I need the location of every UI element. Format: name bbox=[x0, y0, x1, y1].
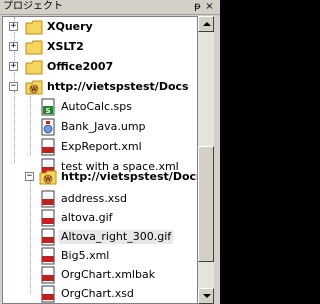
xsd-file-icon bbox=[41, 285, 55, 303]
tree-folder-label: XSLT2 bbox=[47, 40, 84, 53]
tree-folder-office2007[interactable]: + Office2007 bbox=[3, 57, 197, 77]
tree-file-altova-gif[interactable]: altova.gif bbox=[3, 208, 197, 228]
tree-file-label: OrgChart.xsd bbox=[61, 287, 134, 300]
tree-folder-xquery[interactable]: + XQuery bbox=[3, 17, 197, 37]
scroll-up-button[interactable] bbox=[198, 16, 214, 32]
web-folder-icon: W bbox=[25, 80, 43, 95]
xsd-file-icon bbox=[41, 190, 55, 208]
gif-file-icon bbox=[41, 209, 55, 227]
svg-text:S: S bbox=[45, 107, 50, 115]
expand-icon[interactable]: + bbox=[9, 42, 18, 51]
panel-title: プロジェクト bbox=[3, 1, 63, 12]
svg-text:W: W bbox=[31, 86, 37, 93]
tree-file-orgchart-xsd[interactable]: OrgChart.xsd bbox=[3, 284, 197, 303]
close-icon[interactable]: × bbox=[204, 1, 215, 12]
collapse-icon[interactable]: − bbox=[9, 82, 18, 91]
vertical-scrollbar[interactable] bbox=[198, 16, 214, 304]
xml-file-icon bbox=[41, 266, 55, 284]
tree-file-orgchart-xmlbak[interactable]: OrgChart.xmlbak bbox=[3, 265, 197, 285]
tree-folder-label: XQuery bbox=[47, 20, 93, 33]
project-panel: プロジェクト ᵽ × + XQuery + XSLT2 + Office2007… bbox=[0, 0, 220, 304]
folder-icon bbox=[25, 20, 43, 35]
arrow-down-icon bbox=[203, 294, 211, 298]
svg-text:W: W bbox=[45, 176, 51, 183]
tree-file-bank-java[interactable]: Bank_Java.ump bbox=[3, 117, 197, 137]
xml-file-icon bbox=[41, 247, 55, 265]
tree-file-label: Big5.xml bbox=[61, 249, 110, 262]
gif-file-icon bbox=[41, 228, 55, 246]
tree-file-label: OrgChart.xmlbak bbox=[61, 268, 156, 281]
expand-icon[interactable]: + bbox=[9, 62, 18, 71]
tree-file-label: ExpReport.xml bbox=[61, 140, 142, 153]
tree-web-folder-2[interactable]: − W http://vietspstest/Docs bbox=[3, 167, 197, 187]
tree-file-label: Bank_Java.ump bbox=[61, 120, 146, 133]
tree-file-label: AutoCalc.sps bbox=[61, 100, 133, 113]
tree-web-folder-label: http://vietspstest/Docs bbox=[61, 170, 198, 183]
tree-web-folder-label: http://vietspstest/Docs bbox=[47, 80, 189, 93]
tree-file-autocalc[interactable]: S AutoCalc.sps bbox=[3, 97, 197, 117]
scroll-down-button[interactable] bbox=[198, 288, 214, 304]
tree-folder-label: Office2007 bbox=[47, 60, 114, 73]
tree-file-big5[interactable]: Big5.xml bbox=[3, 246, 197, 266]
tree-file-label: Altova_right_300.gif bbox=[59, 230, 174, 244]
arrow-up-icon bbox=[203, 22, 211, 26]
scroll-thumb[interactable] bbox=[198, 146, 214, 262]
panel-titlebar: プロジェクト ᵽ × bbox=[0, 0, 220, 15]
project-tree: + XQuery + XSLT2 + Office2007 − W http:/… bbox=[2, 16, 198, 304]
tree-file-label: address.xsd bbox=[61, 192, 127, 205]
tree-file-altova-right-300[interactable]: Altova_right_300.gif bbox=[3, 227, 197, 247]
tree-file-expreport[interactable]: ExpReport.xml bbox=[3, 137, 197, 157]
sps-file-icon: S bbox=[41, 98, 55, 116]
expand-icon[interactable]: + bbox=[9, 22, 18, 31]
collapse-icon[interactable]: − bbox=[25, 172, 34, 181]
tree-file-address[interactable]: address.xsd bbox=[3, 189, 197, 209]
web-folder-icon: W bbox=[39, 170, 57, 185]
tree-file-label: altova.gif bbox=[61, 211, 113, 224]
umodel-file-icon bbox=[41, 118, 55, 136]
pin-icon[interactable]: ᵽ bbox=[192, 1, 203, 12]
tree-folder-xslt2[interactable]: + XSLT2 bbox=[3, 37, 197, 57]
folder-icon bbox=[25, 60, 43, 75]
xml-file-icon bbox=[41, 138, 55, 156]
tree-web-folder-1[interactable]: − W http://vietspstest/Docs bbox=[3, 77, 197, 97]
folder-icon bbox=[25, 40, 43, 55]
